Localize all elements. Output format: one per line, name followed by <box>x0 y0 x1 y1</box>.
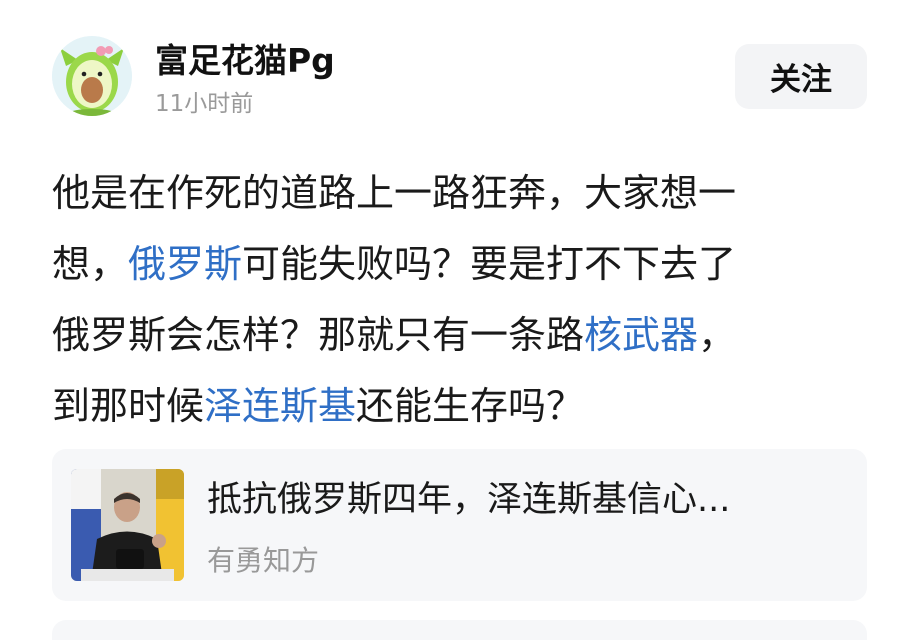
avatar-avocado-icon <box>52 36 132 116</box>
news-source: 有勇知方 <box>207 544 320 577</box>
topic-link[interactable]: 俄罗斯 <box>128 242 242 286</box>
post-text: 俄罗斯会怎样？那就只有一条路 <box>52 313 585 357</box>
post-text: 他是在作死的道路上一路狂奔，大家想一 <box>52 171 737 215</box>
post-text: 可能失败吗？要是打不下去了 <box>242 242 737 286</box>
post-text-line: 他是在作死的道路上一路狂奔，大家想一 <box>52 158 852 229</box>
post-timestamp: 11小时前 <box>155 91 254 117</box>
author-name[interactable]: 富足花猫Pg <box>155 41 335 81</box>
avocado-avatar-icon[interactable] <box>52 36 132 116</box>
follow-button[interactable]: 关注 <box>735 44 867 109</box>
post-content: 他是在作死的道路上一路狂奔，大家想一 想，俄罗斯可能失败吗？要是打不下去了 俄罗斯会… <box>52 158 852 442</box>
post-text: ， <box>698 313 737 357</box>
post-text-line: 想，俄罗斯可能失败吗？要是打不下去了 <box>52 229 852 300</box>
post-text-line: 俄罗斯会怎样？那就只有一条路核武器， <box>52 300 852 371</box>
thumbnail-photo-icon <box>71 469 184 581</box>
post-text-line: 到那时候泽连斯基还能生存吗？ <box>52 371 852 442</box>
post-text: 想， <box>52 242 129 286</box>
post-header: 富足花猫Pg 11小时前 关注 <box>52 36 867 117</box>
topic-link[interactable]: 泽连斯基 <box>204 384 356 428</box>
next-card-edge <box>52 620 867 640</box>
news-title[interactable]: 抵抗俄罗斯四年，泽连斯基信心... <box>207 479 730 521</box>
post-text: 还能生存吗？ <box>356 384 585 428</box>
post-text: 到那时候 <box>52 384 205 428</box>
topic-link[interactable]: 核武器 <box>584 313 698 357</box>
news-link-card[interactable]: 抵抗俄罗斯四年，泽连斯基信心... 有勇知方 <box>52 449 867 601</box>
news-thumbnail-image <box>71 469 184 581</box>
